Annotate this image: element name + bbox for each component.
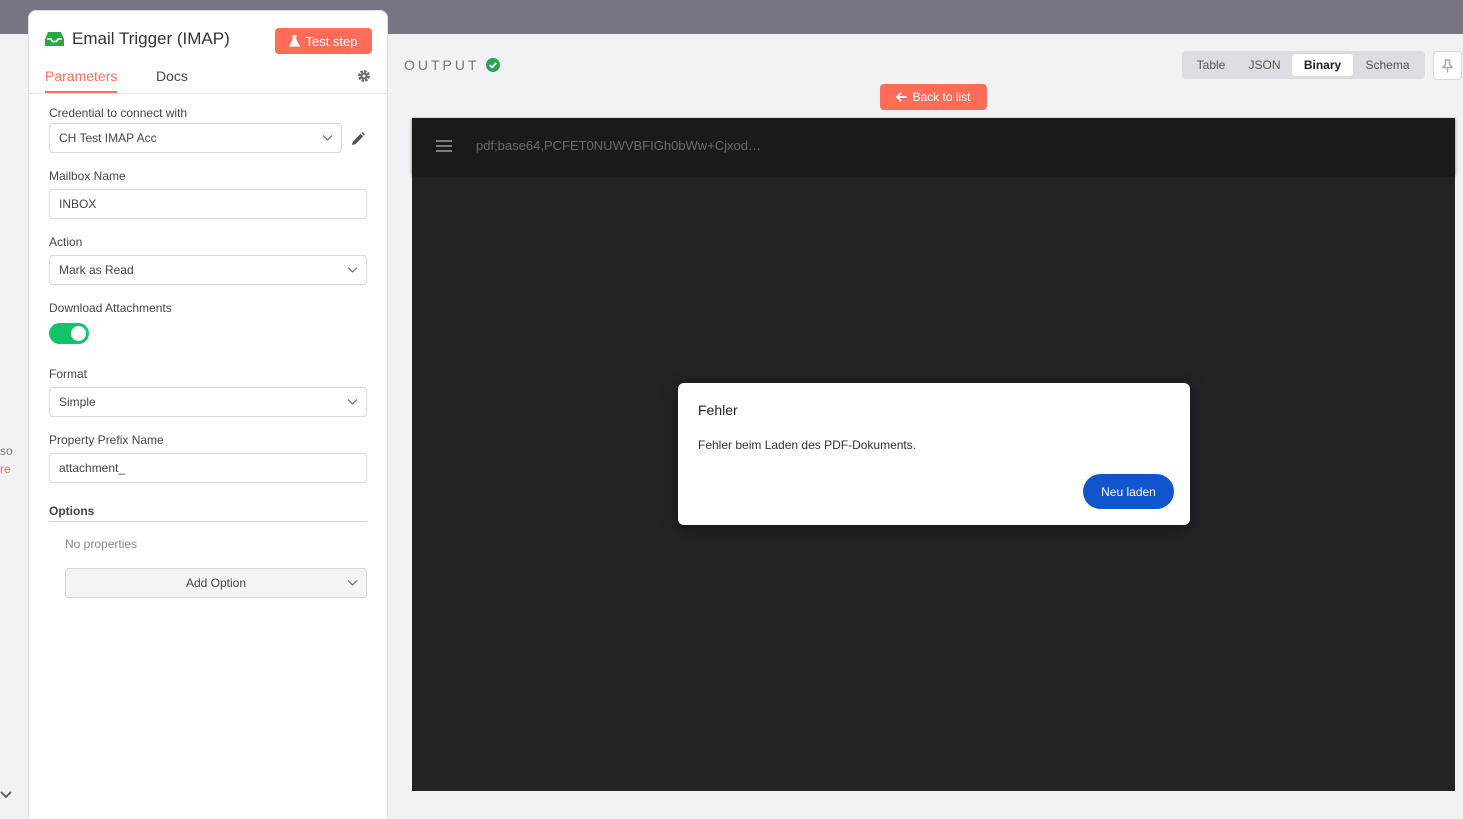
tab-docs[interactable]: Docs — [156, 68, 188, 84]
chevron-down-icon[interactable] — [0, 788, 12, 800]
download-attachments-label: Download Attachments — [49, 301, 172, 315]
dialog-message: Fehler beim Laden des PDF-Dokuments. — [698, 438, 917, 452]
output-title: OUTPUT — [404, 57, 480, 73]
view-mode-schema[interactable]: Schema — [1353, 54, 1422, 76]
prefix-label: Property Prefix Name — [49, 433, 164, 447]
success-check-icon — [486, 58, 500, 72]
pdf-viewer-toolbar: pdf;base64,PCFET0NUWVBFIGh0bWw+Cjxod… — [412, 118, 1455, 175]
chevron-down-icon — [322, 135, 333, 141]
format-label: Format — [49, 367, 88, 381]
toggle-knob — [71, 326, 86, 341]
node-title: Email Trigger (IMAP) — [72, 29, 230, 48]
action-select[interactable]: Mark as Read — [49, 255, 367, 285]
add-option-select[interactable]: Add Option — [65, 568, 367, 598]
tab-parameters[interactable]: Parameters — [45, 68, 118, 93]
divider — [49, 521, 367, 522]
test-step-button[interactable]: Test step — [275, 28, 372, 54]
options-heading: Options — [49, 504, 95, 518]
format-select[interactable]: Simple — [49, 387, 367, 417]
back-to-list-label: Back to list — [912, 90, 971, 104]
canvas-edge-text: so — [0, 444, 13, 458]
mailbox-label: Mailbox Name — [49, 169, 126, 183]
gear-icon[interactable] — [357, 69, 371, 83]
prefix-value: attachment_ — [59, 461, 126, 475]
arrow-left-icon — [896, 92, 907, 102]
view-mode-table[interactable]: Table — [1185, 54, 1237, 76]
node-settings-panel: Email Trigger (IMAP) Test step Parameter… — [28, 10, 388, 819]
download-attachments-toggle[interactable] — [49, 323, 89, 344]
credential-select[interactable]: CH Test IMAP Acc — [49, 123, 342, 153]
error-dialog: Fehler Fehler beim Laden des PDF-Dokumen… — [678, 383, 1190, 525]
no-properties-text: No properties — [65, 537, 138, 551]
reload-button[interactable]: Neu laden — [1083, 474, 1174, 509]
canvas-edge — [0, 34, 28, 819]
pin-icon — [1442, 59, 1453, 73]
pin-data-button[interactable] — [1433, 51, 1462, 80]
view-mode-binary[interactable]: Binary — [1292, 54, 1353, 76]
view-mode-json[interactable]: JSON — [1237, 54, 1292, 76]
action-value: Mark as Read — [59, 263, 134, 277]
dialog-title: Fehler — [698, 402, 738, 418]
prefix-input[interactable]: attachment_ — [49, 453, 367, 483]
action-label: Action — [49, 235, 83, 249]
flask-icon — [289, 35, 301, 47]
mailbox-input[interactable]: INBOX — [49, 189, 367, 219]
panel-header: Email Trigger (IMAP) Test step Parameter… — [29, 11, 387, 94]
format-value: Simple — [59, 395, 96, 409]
chevron-down-icon — [347, 580, 358, 586]
pdf-file-title: pdf;base64,PCFET0NUWVBFIGh0bWw+Cjxod… — [476, 138, 762, 153]
menu-icon[interactable] — [436, 140, 452, 152]
add-option-label: Add Option — [185, 576, 247, 590]
chevron-down-icon — [347, 267, 358, 273]
mailbox-value: INBOX — [59, 197, 97, 211]
view-mode-switcher: Table JSON Binary Schema — [1182, 51, 1425, 79]
chevron-down-icon — [347, 399, 358, 405]
inbox-icon — [45, 32, 64, 46]
credential-label: Credential to connect with — [49, 106, 188, 120]
canvas-edge-link[interactable]: re — [0, 462, 11, 476]
credential-value: CH Test IMAP Acc — [59, 131, 157, 145]
edit-credential-icon[interactable] — [350, 131, 366, 147]
back-to-list-button[interactable]: Back to list — [880, 84, 987, 110]
test-step-label: Test step — [305, 33, 358, 49]
